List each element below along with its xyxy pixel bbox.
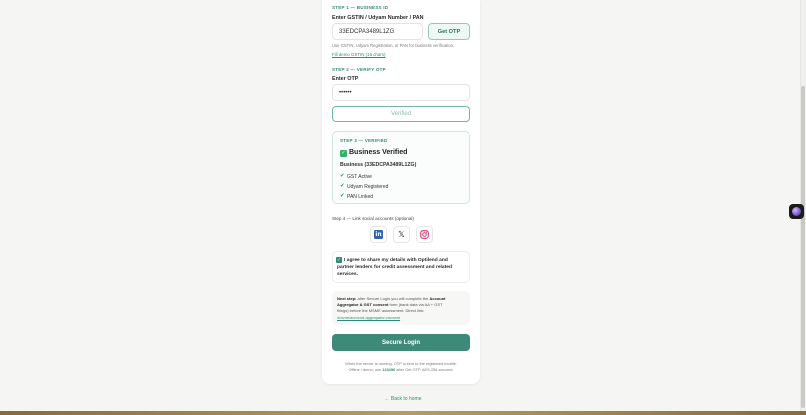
business-id-value: 33EDCPA3489L1ZG [339,28,395,35]
step4-label: Step 4 — Link social accounts (optional) [332,216,414,221]
note-bold1: Account [429,296,446,301]
footer-line-2b: after Get OTP. AES-256 secured. [395,367,454,372]
otp-label: Enter OTP [332,76,359,82]
consent-text: I agree to share my details with Optilen… [337,257,467,279]
note-line2: form (bank data via AA + GST [388,302,443,308]
check-gst-active: GST Active [347,174,372,180]
step2-label: STEP 2 — VERIFY OTP [332,67,386,72]
assistant-orb-icon [792,207,801,216]
fill-demo-gstin-link[interactable]: Fill demo GSTIN (15 chars) [332,52,385,57]
secure-login-button[interactable]: Secure Login [332,334,470,351]
next-step-label: Next step: [337,296,357,301]
consent-line-3: services. [337,272,358,278]
instagram-button[interactable] [416,226,433,243]
instagram-icon [420,230,429,239]
demo-otp-code: 123456 [382,367,396,372]
bottom-accent-bar [0,411,806,415]
consent-line-2: partner lenders for credit assessment an… [337,265,452,271]
x-button[interactable]: 𝕏 [393,226,410,243]
get-otp-button[interactable]: Get OTP [428,23,470,40]
business-id-hint: Use GSTIN, Udyam Registration, or PAN fo… [332,43,455,48]
verified-button[interactable]: Verified [332,106,470,122]
assistant-widget-button[interactable] [789,204,804,219]
verified-check-icon: ✓ [340,150,347,157]
linkedin-button[interactable]: in [370,226,387,243]
business-id-input[interactable]: 33EDCPA3489L1ZG [332,23,423,40]
linkedin-icon: in [374,230,383,239]
business-name: Business (33EDCPA3489L1ZG) [340,162,417,168]
next-step-note: Next step: after Secure Login you will c… [332,291,470,325]
step3-label: STEP 3 — VERIFIED [340,138,388,143]
back-to-home-link[interactable]: ← Back to home [0,396,806,402]
check-icon: ✔ [340,193,345,199]
check-icon: ✔ [340,183,345,189]
x-icon: 𝕏 [398,230,405,239]
check-udyam-registered: Udyam Registered [347,184,389,190]
aa-consent-link[interactable]: /msme/account-aggregator-consent [337,315,467,321]
footer-line-2a: Offline / demo: use [348,367,383,372]
check-pan-linked: PAN Linked [347,194,374,200]
step1-label: STEP 1 — BUSINESS ID [332,5,389,10]
scrollbar-thumb[interactable] [801,86,805,408]
consent-line-1: I agree to share my details with Optilen… [344,258,448,263]
business-id-label: Enter GSTIN / Udyam Number / PAN [332,15,424,21]
back-to-home-text[interactable]: ← Back to home [385,396,422,402]
consent-panel: ✓ I agree to share my details with Optil… [332,251,470,283]
next-step-text: Next step: after Secure Login you will c… [337,296,467,321]
note-bold2: Aggregator & GST consent [337,302,389,308]
note-line1: after Secure Login you will complete the [356,296,430,301]
login-card: STEP 1 — BUSINESS ID Enter GSTIN / Udyam… [322,0,480,384]
verification-result-panel: STEP 3 — VERIFIED ✓ Business Verified Bu… [332,131,470,204]
otp-info-note: When the server is running, OTP is sent … [326,361,476,373]
verified-title: Business Verified [349,149,408,156]
check-icon: ✔ [340,173,345,179]
otp-value: •••••• [339,89,352,96]
otp-input[interactable]: •••••• [332,84,470,101]
